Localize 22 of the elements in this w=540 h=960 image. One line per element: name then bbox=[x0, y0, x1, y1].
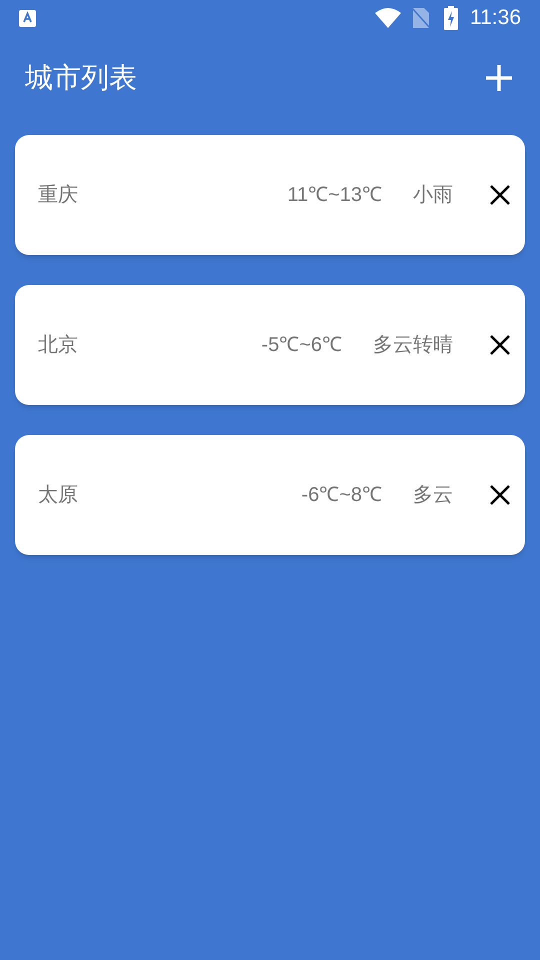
temperature-range: -5℃~6℃ bbox=[261, 333, 342, 358]
close-icon[interactable] bbox=[489, 184, 511, 206]
city-card[interactable]: 重庆 11℃~13℃ 小雨 bbox=[15, 135, 525, 255]
notification-icon bbox=[19, 10, 36, 26]
temperature-range: -6℃~8℃ bbox=[301, 483, 382, 508]
city-name: 重庆 bbox=[38, 183, 79, 208]
close-icon[interactable] bbox=[489, 334, 511, 356]
page-title: 城市列表 bbox=[25, 61, 138, 95]
add-icon[interactable] bbox=[485, 64, 513, 92]
no-sim-icon bbox=[412, 7, 430, 29]
weather-condition: 小雨 bbox=[413, 183, 453, 208]
city-name: 太原 bbox=[38, 483, 79, 508]
weather-condition: 多云 bbox=[413, 483, 453, 508]
temperature-range: 11℃~13℃ bbox=[287, 183, 382, 208]
city-card[interactable]: 太原 -6℃~8℃ 多云 bbox=[15, 435, 525, 555]
wifi-icon bbox=[375, 8, 401, 28]
battery-charging-icon bbox=[444, 6, 458, 30]
city-name: 北京 bbox=[38, 333, 79, 358]
weather-condition: 多云转晴 bbox=[373, 333, 453, 358]
status-time: 11:36 bbox=[470, 5, 521, 32]
city-card[interactable]: 北京 -5℃~6℃ 多云转晴 bbox=[15, 285, 525, 405]
close-icon[interactable] bbox=[489, 484, 511, 506]
